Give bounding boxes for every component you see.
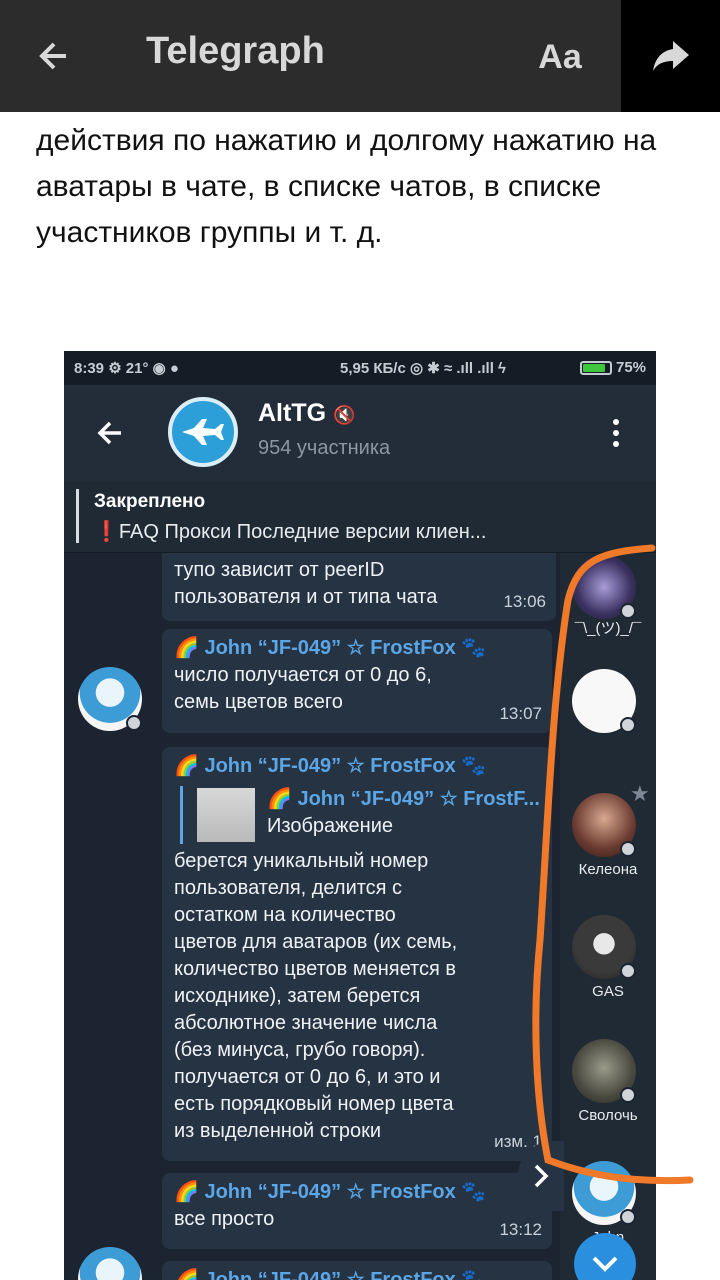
- group-name: AltTG 🔇: [258, 399, 356, 427]
- speaker-muted-icon: 🔇: [333, 405, 356, 425]
- app-title: Telegraph: [146, 30, 325, 72]
- chat-header: AltTG 🔇 954 участника: [64, 385, 656, 481]
- group-avatar[interactable]: [168, 397, 238, 467]
- arrow-left-icon: [39, 42, 66, 70]
- image-thumbnail: [197, 788, 255, 842]
- avatar[interactable]: [78, 667, 142, 731]
- more-menu-button[interactable]: [602, 411, 630, 455]
- members-side-panel: ¯\_(ツ)_/¯ ★ Келеона GAS Сволочь John: [560, 553, 656, 1280]
- jet-plane-icon: [182, 419, 224, 445]
- chevron-down-icon: [592, 1256, 618, 1272]
- article-paragraph: действия по нажатию и долгому нажатию на…: [36, 124, 657, 249]
- group-members-count: 954 участника: [258, 437, 391, 459]
- member-avatar[interactable]: [572, 793, 636, 857]
- pinned-message[interactable]: Закреплено ❗FAQ Прокси Последние версии …: [64, 481, 656, 663]
- star-icon: ★: [630, 781, 650, 806]
- arrow-left-icon: [97, 421, 121, 445]
- font-size-button[interactable]: Aa: [520, 26, 600, 88]
- app-bar: Telegraph Aa: [0, 0, 720, 112]
- back-button[interactable]: [22, 26, 86, 86]
- chevron-right-icon: [534, 1164, 549, 1188]
- member-avatar[interactable]: [572, 669, 636, 733]
- embedded-screenshot: 8:39 ⚙ 21° ◉ ● 5,95 КБ/с ◎ ✱ ≈ .ıll .ıll…: [64, 351, 656, 1280]
- battery-icon: [580, 361, 612, 375]
- share-forward-icon: [652, 41, 689, 71]
- message-bubble[interactable]: 🌈 John “JF-049” ☆ FrostFox 🐾 число получ…: [162, 629, 552, 733]
- avatar[interactable]: [78, 1247, 142, 1280]
- pinned-text: ❗FAQ Прокси Последние версии клиен...: [94, 521, 487, 543]
- status-bar: 8:39 ⚙ 21° ◉ ● 5,95 КБ/с ◎ ✱ ≈ .ıll .ıll…: [64, 351, 656, 385]
- member-label: Келеона: [578, 861, 638, 878]
- share-button[interactable]: [621, 0, 720, 112]
- reply-preview[interactable]: 🌈 John “JF-049” ☆ FrostF... Изображение: [180, 786, 540, 844]
- member-avatar[interactable]: [572, 1039, 636, 1103]
- message-bubble[interactable]: 🌈 John “JF-049” ☆ FrostFox 🐾 все просто …: [162, 1173, 552, 1249]
- member-label: ¯\_(ツ)_/¯: [574, 620, 642, 637]
- member-label: Сволочь: [578, 1107, 638, 1124]
- member-avatar[interactable]: [572, 1161, 636, 1225]
- status-right: 5,95 КБ/с ◎ ✱ ≈ .ıll .ıll ϟ: [340, 360, 506, 377]
- member-avatar[interactable]: [572, 555, 636, 619]
- message-bubble[interactable]: тупо зависит от peerID пользователя и от…: [162, 553, 556, 621]
- member-avatar[interactable]: [572, 915, 636, 979]
- member-label: GAS: [592, 983, 624, 1000]
- pinned-title: Закреплено: [94, 491, 206, 512]
- message-bubble[interactable]: 🌈 John “JF-049” ☆ FrostFox 🐾: [162, 1261, 552, 1280]
- battery-percent: 75%: [616, 359, 647, 376]
- chat-back-button[interactable]: [88, 411, 132, 455]
- status-left: 8:39 ⚙ 21° ◉ ●: [74, 360, 179, 377]
- message-bubble[interactable]: 🌈 John “JF-049” ☆ FrostFox 🐾 🌈 John “JF-…: [162, 747, 552, 1161]
